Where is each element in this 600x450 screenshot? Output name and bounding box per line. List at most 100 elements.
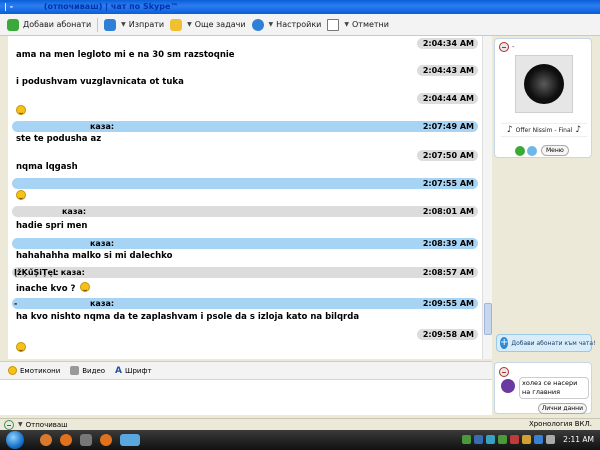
chevron-down-icon: ▼ <box>121 21 126 28</box>
personal-data-button[interactable]: Лични данни <box>537 403 587 414</box>
video-label: Видео <box>82 366 106 375</box>
message-time: 2:08:01 AM <box>422 207 474 216</box>
avatar[interactable] <box>501 379 515 393</box>
video-button[interactable]: Видео <box>70 366 105 375</box>
message-time: 2:07:49 AM <box>422 122 474 131</box>
chevron-down-icon: ▼ <box>344 21 349 28</box>
firefox-icon[interactable] <box>100 434 112 446</box>
message-header: каза: 2:07:49 AM <box>12 121 478 132</box>
message-text: hahahahha malko si mi dalechko <box>16 251 173 261</box>
font-button[interactable]: A Шрифт <box>115 366 152 376</box>
chevron-down-icon: ▼ <box>18 421 23 428</box>
message-input[interactable] <box>0 379 492 415</box>
message-text: nqma lqgash <box>16 162 78 172</box>
firefox-icon[interactable] <box>60 434 72 446</box>
tray-icon[interactable] <box>522 435 531 444</box>
chevron-down-icon: ▼ <box>187 21 192 28</box>
send-button[interactable]: ▼ Изпрати <box>101 16 167 34</box>
message-text: inache kvo ? <box>16 281 91 294</box>
replies-button[interactable]: ▼ Отметни <box>324 16 392 34</box>
tray-icon[interactable] <box>546 435 555 444</box>
contact-status-suffix: - <box>512 43 515 51</box>
message-header: 2:07:55 AM <box>12 178 478 189</box>
add-contacts-button[interactable]: Добави абонати <box>4 16 94 34</box>
video-icon <box>70 366 80 375</box>
message-time: 2:04:43 AM <box>416 65 478 76</box>
add-to-chat-label: Добави абонати към чата! <box>511 339 596 347</box>
contact-card-secondary: холез се насери на главния булевард ... … <box>494 362 592 414</box>
message-toolbar: Емотикони Видео A Шрифт <box>0 361 492 379</box>
tray-icon[interactable] <box>510 435 519 444</box>
settings-label: Настройки <box>276 20 322 29</box>
message-text: ha kvo nishto nqma da te zaplashvam i ps… <box>16 312 360 322</box>
contact-actions: Меню <box>515 145 569 156</box>
tray-icon[interactable] <box>486 435 495 444</box>
chat-scrollbar[interactable] <box>482 36 492 359</box>
smile-emoticon-icon <box>16 105 26 115</box>
font-label: Шрифт <box>125 366 152 375</box>
message-header: 2:04:34 AM <box>12 38 478 49</box>
sender-name: ĮžĶűŞiŢęĿ каза: <box>14 268 85 277</box>
message-time: 2:09:58 AM <box>416 329 478 340</box>
message-text: ste te podusha az <box>16 134 102 144</box>
music-note-icon: ♪ <box>506 125 513 135</box>
do-not-disturb-icon <box>499 367 509 377</box>
plus-icon: + <box>500 337 509 349</box>
toolbar: Добави абонати ▼ Изпрати ▼ Още задачи ▼ … <box>0 14 600 36</box>
wink-emoticon-icon <box>80 282 91 292</box>
mood-text: Offer Nissim - Final <box>515 126 573 134</box>
avatar-image <box>524 64 564 104</box>
message-text: ama na men legloto mi e na 30 sm razstoq… <box>16 50 235 60</box>
sender-name: каза: <box>62 207 87 216</box>
message-time: 2:08:57 AM <box>422 268 474 277</box>
app-icon[interactable] <box>80 434 92 446</box>
send-label: Изпрати <box>128 20 165 29</box>
emoticons-button[interactable]: Емотикони <box>8 366 60 375</box>
add-contacts-label: Добави абонати <box>23 20 92 29</box>
message-header: 2:07:50 AM <box>12 150 478 161</box>
status-selector[interactable]: ▼ Отпочиваш <box>4 419 68 430</box>
message-text: i podushvam vuzglavnicata ot tuka <box>16 77 184 87</box>
chat-history[interactable]: 2:04:34 AM ama na men legloto mi e na 30… <box>8 36 482 359</box>
message-time: 2:09:55 AM <box>422 299 474 308</box>
emoticons-label: Емотикони <box>20 366 61 375</box>
message-text: hadie spri men <box>16 221 88 231</box>
sleepy-emoticon-icon <box>16 342 26 352</box>
message-header: - каза: 2:09:55 AM <box>12 298 478 309</box>
sender-name: каза: <box>90 239 115 248</box>
taskbar: 2:11 AM <box>0 430 600 450</box>
sender-name: каза: <box>90 122 115 131</box>
message-header: 2:09:58 AM <box>12 329 478 340</box>
font-icon: A <box>115 365 122 376</box>
app-icon[interactable] <box>40 434 52 446</box>
status-icon <box>4 419 14 430</box>
send-icon <box>104 18 117 31</box>
tray-icon[interactable] <box>498 435 507 444</box>
smile-icon <box>8 366 17 375</box>
settings-button[interactable]: ▼ Настройки <box>249 16 325 34</box>
tray-icon[interactable] <box>474 435 483 444</box>
message-time: 2:07:55 AM <box>422 179 474 188</box>
sender-prefix: - <box>14 299 18 308</box>
tray-icon[interactable] <box>534 435 543 444</box>
tray-icon[interactable] <box>462 435 471 444</box>
status-text: Отпочиваш <box>25 420 68 429</box>
message-time: 2:08:39 AM <box>422 239 474 248</box>
history-status[interactable]: Хронология ВКЛ. <box>529 420 592 428</box>
mood-message: ♪ Offer Nissim - Final ♪ <box>501 123 587 137</box>
title-bar: | - (отпочиваш) | чат по Skype™ <box>0 0 600 14</box>
avatar[interactable] <box>515 55 573 113</box>
taskbar-clock: 2:11 AM <box>563 435 594 444</box>
replies-label: Отметни <box>351 20 389 29</box>
more-tasks-button[interactable]: ▼ Още задачи <box>167 16 248 34</box>
call-icon[interactable] <box>515 145 525 156</box>
skype-task-icon[interactable] <box>120 434 140 446</box>
video-call-icon[interactable] <box>527 145 537 156</box>
more-tasks-label: Още задачи <box>194 20 246 29</box>
message-header: 2:04:44 AM <box>12 93 478 104</box>
scrollbar-thumb[interactable] <box>484 303 492 335</box>
message-time: 2:04:44 AM <box>416 93 478 104</box>
contact-menu-button[interactable]: Меню <box>541 145 569 156</box>
start-button[interactable] <box>6 431 24 449</box>
add-to-chat-button[interactable]: + Добави абонати към чата! <box>496 334 596 352</box>
